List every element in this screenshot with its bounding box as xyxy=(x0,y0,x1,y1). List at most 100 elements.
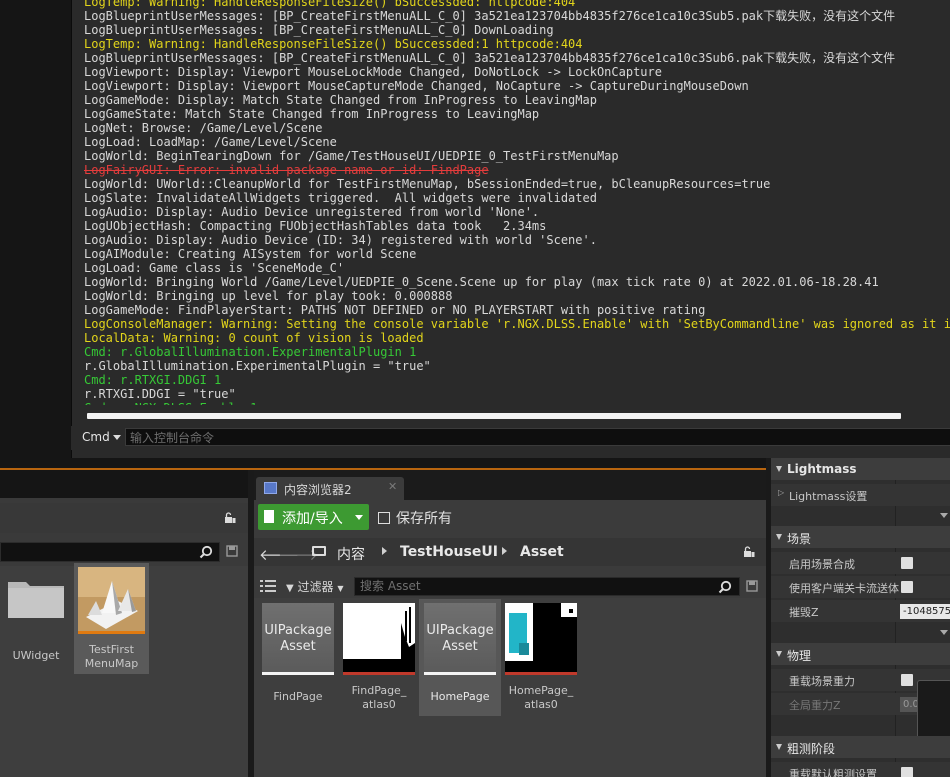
breadcrumb-asset[interactable]: Asset xyxy=(520,544,564,560)
collapse-arrow-icon xyxy=(776,744,782,750)
kill-z-input[interactable]: -1048575 xyxy=(900,604,950,619)
log-line: LogGameMode: Display: Match State Change… xyxy=(84,93,597,107)
log-line: LogNet: Browse: /Game/Level/Scene xyxy=(84,121,323,135)
log-line: LogFairyGUI: Error: invalid package name… xyxy=(84,163,489,177)
tab-label: 内容浏览器2 xyxy=(284,483,352,497)
section-broadphase[interactable]: 粗测阶段 xyxy=(771,736,950,758)
lightmass-settings-row[interactable]: ▷ Lightmass设置 xyxy=(771,484,950,506)
left-search-input[interactable] xyxy=(0,542,220,562)
log-line: LogTemp: Warning: HandleResponseFileSize… xyxy=(84,0,576,9)
add-import-label: 添加/导入 xyxy=(282,511,343,527)
log-line: LogAudio: Display: Audio Device (ID: 34)… xyxy=(84,233,597,247)
content-browser-icon xyxy=(264,482,277,494)
breadcrumb-separator-icon[interactable] xyxy=(502,547,507,555)
property-row: 启用场景合成 xyxy=(771,552,950,574)
folder-icon[interactable] xyxy=(312,546,326,556)
asset-label: TestFirst MenuMap xyxy=(84,643,139,670)
tab-content-browser-2[interactable]: 内容浏览器2 ✕ xyxy=(256,477,404,500)
property-row: 重载默认粗测设置 xyxy=(771,762,950,777)
client-level-streaming-checkbox[interactable] xyxy=(901,581,913,593)
breadcrumb-separator-icon[interactable] xyxy=(382,547,387,555)
log-line: LogUObjectHash: Compacting FUObjectHashT… xyxy=(84,219,547,233)
collapse-arrow-icon xyxy=(776,534,782,540)
log-line: LogGameState: Match State Changed from I… xyxy=(84,107,540,121)
log-line: LogConsoleManager: Warning: Setting the … xyxy=(84,317,950,331)
log-line: LocalData: Warning: 0 count of vision is… xyxy=(84,331,424,345)
horizontal-scrollbar[interactable] xyxy=(87,413,901,419)
asset-label: HomePage xyxy=(430,690,490,703)
save-search-icon[interactable] xyxy=(746,580,758,592)
breadcrumb-content[interactable]: 内容 xyxy=(337,544,365,564)
expand-arrow-icon: ▷ xyxy=(778,488,785,497)
log-line: LogAudio: Display: Audio Device unregist… xyxy=(84,205,540,219)
property-label: 摧毁Z xyxy=(789,606,819,619)
log-line: LogBlueprintUserMessages: [BP_CreateFirs… xyxy=(84,23,554,37)
collapse-arrow-icon xyxy=(776,466,782,472)
lock-icon[interactable] xyxy=(224,512,236,524)
asset-type-bar xyxy=(343,672,415,675)
asset-thumbnail-homepage[interactable]: UIPackage Asset xyxy=(424,603,496,675)
log-line: LogWorld: UWorld::CleanupWorld for TestF… xyxy=(84,177,771,191)
search-icon[interactable] xyxy=(199,545,213,559)
breadcrumb-testhouseui[interactable]: TestHouseUI xyxy=(400,544,498,560)
asset-label: HomePage_ atlas0 xyxy=(508,684,574,711)
asset-type-bar xyxy=(78,631,145,634)
section-lightmass[interactable]: Lightmass xyxy=(771,458,950,480)
property-row: 使用客户端关卡流送体 xyxy=(771,576,950,598)
asset-thumbnail-findpage[interactable]: UIPackage Asset xyxy=(262,603,334,675)
log-line: r.RTXGI.DDGI = "true" xyxy=(84,387,236,401)
console-command-input[interactable]: 输入控制台命令 xyxy=(125,428,950,446)
asset-label: FindPage xyxy=(273,690,323,703)
log-line: LogBlueprintUserMessages: [BP_CreateFirs… xyxy=(84,9,896,23)
breadcrumb xyxy=(254,538,766,566)
texture-thumbnail-homepage-atlas[interactable] xyxy=(505,603,577,675)
log-line: LogWorld: Bringing World /Game/Level/UED… xyxy=(84,275,879,289)
expand-arrow-icon[interactable] xyxy=(940,513,948,518)
save-search-icon[interactable] xyxy=(226,545,238,557)
asset-type-bar xyxy=(262,672,334,675)
log-line: LogTemp: Warning: HandleResponseFileSize… xyxy=(84,37,583,51)
property-label: 全局重力Z xyxy=(789,699,841,712)
override-world-gravity-checkbox[interactable] xyxy=(901,674,913,686)
save-icon xyxy=(378,512,390,524)
log-line: LogWorld: BeginTearingDown for /Game/Tes… xyxy=(84,149,619,163)
asset-type-bar xyxy=(424,672,496,675)
folder-icon[interactable] xyxy=(6,576,66,620)
property-label: 重载场景重力 xyxy=(789,675,855,688)
texture-thumbnail-findpage-atlas[interactable] xyxy=(343,603,415,675)
log-line: LogLoad: Game class is 'SceneMode_C' xyxy=(84,261,345,275)
search-icon[interactable] xyxy=(718,580,732,594)
output-log[interactable]: LogTemp: Warning: HandleResponseFileSize… xyxy=(84,0,950,405)
chevron-down-icon xyxy=(355,515,363,520)
log-line: LogViewport: Display: Viewport MouseLock… xyxy=(84,65,662,79)
property-label: 启用场景合成 xyxy=(789,558,855,571)
log-line: Cmd: r.GlobalIllumination.ExperimentalPl… xyxy=(84,345,417,359)
level-map-icon[interactable] xyxy=(78,567,145,634)
section-scene[interactable]: 场景 xyxy=(771,526,950,548)
override-broadphase-checkbox[interactable] xyxy=(901,767,913,777)
filter-dropdown[interactable]: ▼ 过滤器 ▼ xyxy=(286,578,344,595)
expand-arrow-icon[interactable] xyxy=(940,630,948,635)
sources-panel-icon[interactable] xyxy=(260,579,276,593)
close-icon[interactable]: ✕ xyxy=(388,480,397,493)
log-line: LogBlueprintUserMessages: [BP_CreateFirs… xyxy=(84,51,896,65)
asset-label: FindPage_ atlas0 xyxy=(351,684,407,711)
chevron-down-icon: ▼ xyxy=(337,584,344,593)
asset-search-input[interactable]: 搜索 Asset xyxy=(354,577,740,596)
property-label: Lightmass设置 xyxy=(789,490,868,503)
asset-type-bar xyxy=(505,672,577,675)
preview-thumbnail xyxy=(917,680,950,742)
log-line: r.GlobalIllumination.ExperimentalPlugin … xyxy=(84,359,431,373)
cmd-dropdown-button[interactable]: Cmd xyxy=(82,430,121,444)
save-all-button[interactable]: 保存所有 xyxy=(378,508,452,528)
add-import-button[interactable]: 添加/导入 xyxy=(258,504,369,530)
log-line: LogGameMode: FindPlayerStart: PATHS NOT … xyxy=(84,303,706,317)
filter-icon: ▼ xyxy=(286,583,294,594)
log-line: LogViewport: Display: Viewport MouseCapt… xyxy=(84,79,749,93)
enable-world-composition-checkbox[interactable] xyxy=(901,557,913,569)
section-physics[interactable]: 物理 xyxy=(771,643,950,665)
log-line: LogAIModule: Creating AISystem for world… xyxy=(84,247,417,261)
property-label: 重载默认粗测设置 xyxy=(789,768,877,777)
asset-label: UWidget xyxy=(12,649,60,662)
lock-icon[interactable] xyxy=(743,546,755,558)
